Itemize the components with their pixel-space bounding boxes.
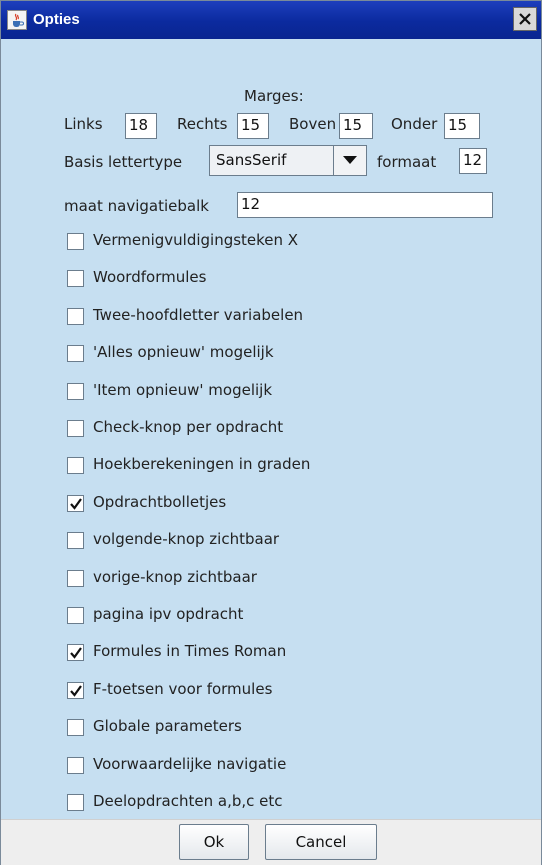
window-title: Opties <box>33 11 80 28</box>
font-label: Basis lettertype <box>64 153 183 171</box>
boven-label: Boven <box>289 115 337 133</box>
title-bar[interactable]: Opties <box>1 1 541 39</box>
close-icon <box>519 13 531 25</box>
option-label: Deelopdrachten a,b,c etc <box>93 792 283 810</box>
boven-input[interactable]: 15 <box>339 113 373 139</box>
checkbox[interactable] <box>67 644 84 661</box>
button-bar: Ok Cancel <box>1 819 541 865</box>
option-label: Check-knop per opdracht <box>93 418 284 436</box>
checkbox[interactable] <box>67 719 84 736</box>
checkbox[interactable] <box>67 607 84 624</box>
checkbox[interactable] <box>67 794 84 811</box>
links-input[interactable]: 18 <box>125 113 157 139</box>
option-label: pagina ipv opdracht <box>93 605 244 623</box>
links-label: Links <box>64 115 103 133</box>
close-button[interactable] <box>513 7 537 31</box>
navbar-size-input[interactable]: 12 <box>237 192 493 218</box>
option-label: F-toetsen voor formules <box>93 680 273 698</box>
checkmark-icon <box>70 647 82 659</box>
checkbox[interactable] <box>67 270 84 287</box>
font-selected-value: SansSerif <box>216 151 287 169</box>
option-label: Vermenigvuldigingsteken X <box>93 231 299 249</box>
option-label: Voorwaardelijke navigatie <box>93 755 287 773</box>
checkbox[interactable] <box>67 420 84 437</box>
ok-button[interactable]: Ok <box>179 824 249 860</box>
checkbox[interactable] <box>67 345 84 362</box>
option-label: Woordformules <box>93 268 207 286</box>
checkbox[interactable] <box>67 682 84 699</box>
checkbox[interactable] <box>67 383 84 400</box>
option-label: Twee-hoofdletter variabelen <box>93 306 304 324</box>
checkmark-icon <box>70 498 82 510</box>
option-label: volgende-knop zichtbaar <box>93 530 280 548</box>
checkbox[interactable] <box>67 308 84 325</box>
navbar-size-label: maat navigatiebalk <box>64 197 209 215</box>
checkbox[interactable] <box>67 570 84 587</box>
checkbox[interactable] <box>67 233 84 250</box>
font-select[interactable]: SansSerif <box>209 145 367 176</box>
checkmark-icon <box>70 685 82 697</box>
chevron-down-icon <box>343 156 357 164</box>
options-panel: Marges: Links 18 Rechts 15 Boven 15 Onde… <box>1 39 541 819</box>
checkbox[interactable] <box>67 457 84 474</box>
option-label: 'Item opnieuw' mogelijk <box>93 381 273 399</box>
checkbox[interactable] <box>67 495 84 512</box>
option-label: vorige-knop zichtbaar <box>93 568 257 586</box>
rechts-label: Rechts <box>177 115 228 133</box>
checkbox[interactable] <box>67 757 84 774</box>
checkbox[interactable] <box>67 532 84 549</box>
font-size-input[interactable]: 12 <box>459 148 487 174</box>
onder-input[interactable]: 15 <box>444 113 480 139</box>
rechts-input[interactable]: 15 <box>237 113 269 139</box>
option-label: Opdrachtbolletjes <box>93 493 227 511</box>
option-label: Hoekberekeningen in graden <box>93 455 311 473</box>
onder-label: Onder <box>391 115 438 133</box>
option-label: Formules in Times Roman <box>93 642 287 660</box>
margins-heading: Marges: <box>244 87 304 105</box>
cancel-button[interactable]: Cancel <box>265 824 377 860</box>
option-label: 'Alles opnieuw' mogelijk <box>93 343 274 361</box>
font-size-label: formaat <box>377 153 437 171</box>
option-label: Globale parameters <box>93 717 242 735</box>
java-cup-icon <box>7 10 27 30</box>
options-dialog: Opties Marges: Links 18 Rechts 15 Boven … <box>0 0 542 865</box>
font-dropdown-button[interactable] <box>333 146 366 175</box>
